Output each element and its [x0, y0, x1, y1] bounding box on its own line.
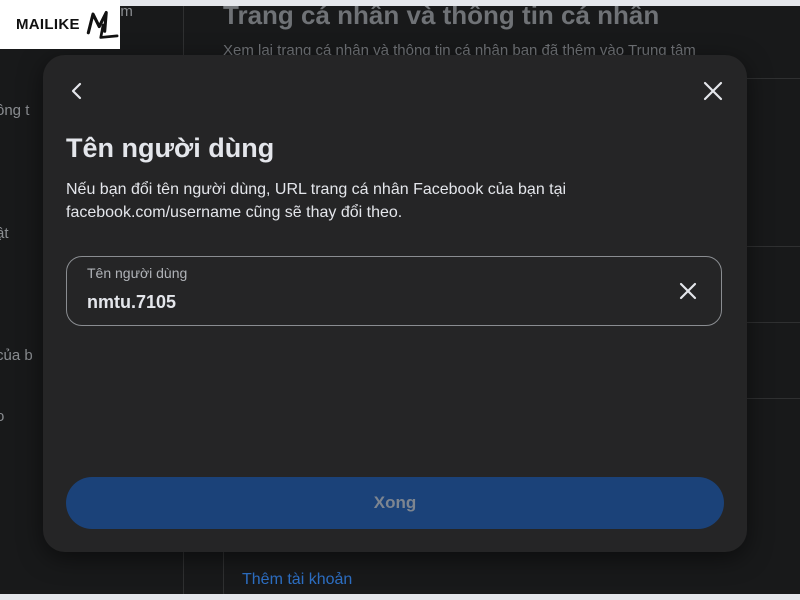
username-field-label: Tên người dùng — [87, 265, 188, 281]
sidebar-fragment: của b — [0, 347, 33, 364]
dialog-title: Tên người dùng — [66, 133, 275, 163]
back-button[interactable] — [63, 77, 91, 105]
clear-icon — [679, 282, 697, 300]
sidebar-fragment: ông t — [0, 102, 30, 119]
chevron-left-icon — [71, 82, 82, 100]
done-button[interactable]: Xong — [66, 477, 724, 529]
close-button[interactable] — [699, 77, 727, 105]
bottom-strip — [0, 594, 800, 600]
background-page-title: Trang cá nhân và thông tin cá nhân — [223, 6, 660, 30]
add-account-link[interactable]: Thêm tài khoản — [242, 571, 352, 589]
close-icon — [703, 81, 723, 101]
username-field[interactable]: Tên người dùng — [66, 256, 722, 326]
dialog-description: Nếu bạn đổi tên người dùng, URL trang cá… — [66, 181, 567, 221]
mailike-logo: MAILIKE — [0, 0, 120, 49]
sidebar-fragment: ật — [0, 225, 9, 242]
username-input[interactable] — [85, 289, 649, 315]
clear-input-button[interactable] — [675, 278, 701, 304]
username-dialog: Tên người dùng Nếu bạn đổi tên người dùn… — [43, 55, 747, 552]
logo-text: MAILIKE — [16, 16, 80, 33]
sidebar-fragment: o — [0, 408, 5, 425]
ml-logo-mark — [86, 10, 119, 39]
